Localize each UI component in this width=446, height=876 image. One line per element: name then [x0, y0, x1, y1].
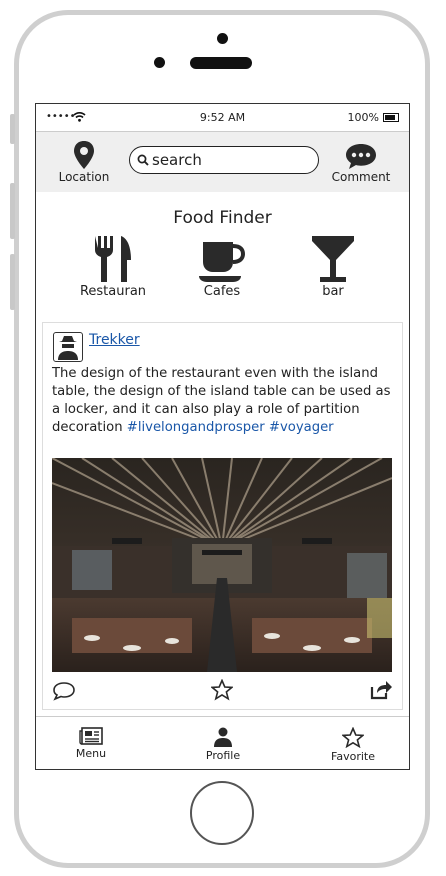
top-bar: Location search Comment: [36, 132, 409, 192]
hashtag-link[interactable]: #voyager: [269, 420, 334, 435]
front-camera: [217, 33, 228, 44]
bottom-nav: Menu Profile Favorite: [36, 716, 409, 769]
category-label: Restauran: [79, 284, 147, 299]
category-label: Cafes: [203, 284, 241, 299]
location-button[interactable]: Location: [50, 140, 118, 184]
restaurant-photo: [52, 458, 392, 672]
volume-up-button: [10, 183, 15, 239]
post-image: [52, 458, 392, 672]
restaurant-icon: [95, 236, 131, 282]
category-restaurant[interactable]: Restauran: [68, 234, 158, 299]
mute-switch: [10, 114, 15, 144]
category-bar[interactable]: bar: [288, 234, 378, 299]
location-label: Location: [58, 170, 110, 184]
page-title: Food Finder: [173, 208, 272, 228]
volume-down-button: [10, 254, 15, 310]
search-input[interactable]: search: [129, 146, 319, 174]
app-screen: ••••• 9:52 AM 100% Location search Comme…: [35, 103, 410, 770]
battery-percent: 100%: [347, 111, 379, 124]
nav-menu-label: Menu: [75, 747, 107, 760]
nav-menu[interactable]: Menu: [56, 727, 126, 760]
coffee-cup-icon: [199, 242, 246, 282]
spy-icon: [58, 336, 78, 360]
favorite-star-icon[interactable]: [211, 679, 233, 701]
comment-label: Comment: [331, 170, 391, 184]
post-card: Trekker The design of the restaurant eve…: [42, 322, 403, 710]
cocktail-icon: [312, 236, 354, 282]
home-button[interactable]: [190, 781, 254, 845]
battery-icon: [383, 113, 399, 122]
search-icon: [137, 154, 149, 166]
earpiece-speaker: [190, 57, 252, 69]
share-icon[interactable]: [369, 679, 393, 701]
comment-icon[interactable]: [52, 681, 76, 701]
username-link[interactable]: Trekker: [89, 332, 140, 348]
user-icon: [214, 727, 232, 747]
nav-favorite-label: Favorite: [331, 750, 375, 763]
map-pin-icon: [74, 141, 94, 169]
status-bar: ••••• 9:52 AM 100%: [36, 104, 409, 132]
post-text: The design of the restaurant even with t…: [52, 365, 398, 437]
category-cafes[interactable]: Cafes: [177, 234, 267, 299]
comment-button[interactable]: Comment: [327, 142, 395, 184]
hashtag-link[interactable]: #livelongandprosper: [127, 420, 265, 435]
speech-bubble-icon: [346, 144, 376, 169]
nav-profile-label: Profile: [205, 749, 241, 762]
proximity-sensor: [154, 57, 165, 68]
avatar[interactable]: [53, 332, 83, 362]
search-placeholder: search: [152, 151, 202, 169]
category-label: bar: [322, 284, 344, 299]
star-icon: [342, 727, 364, 748]
nav-profile[interactable]: Profile: [188, 727, 258, 762]
newspaper-icon: [79, 727, 103, 745]
nav-favorite[interactable]: Favorite: [318, 727, 388, 763]
